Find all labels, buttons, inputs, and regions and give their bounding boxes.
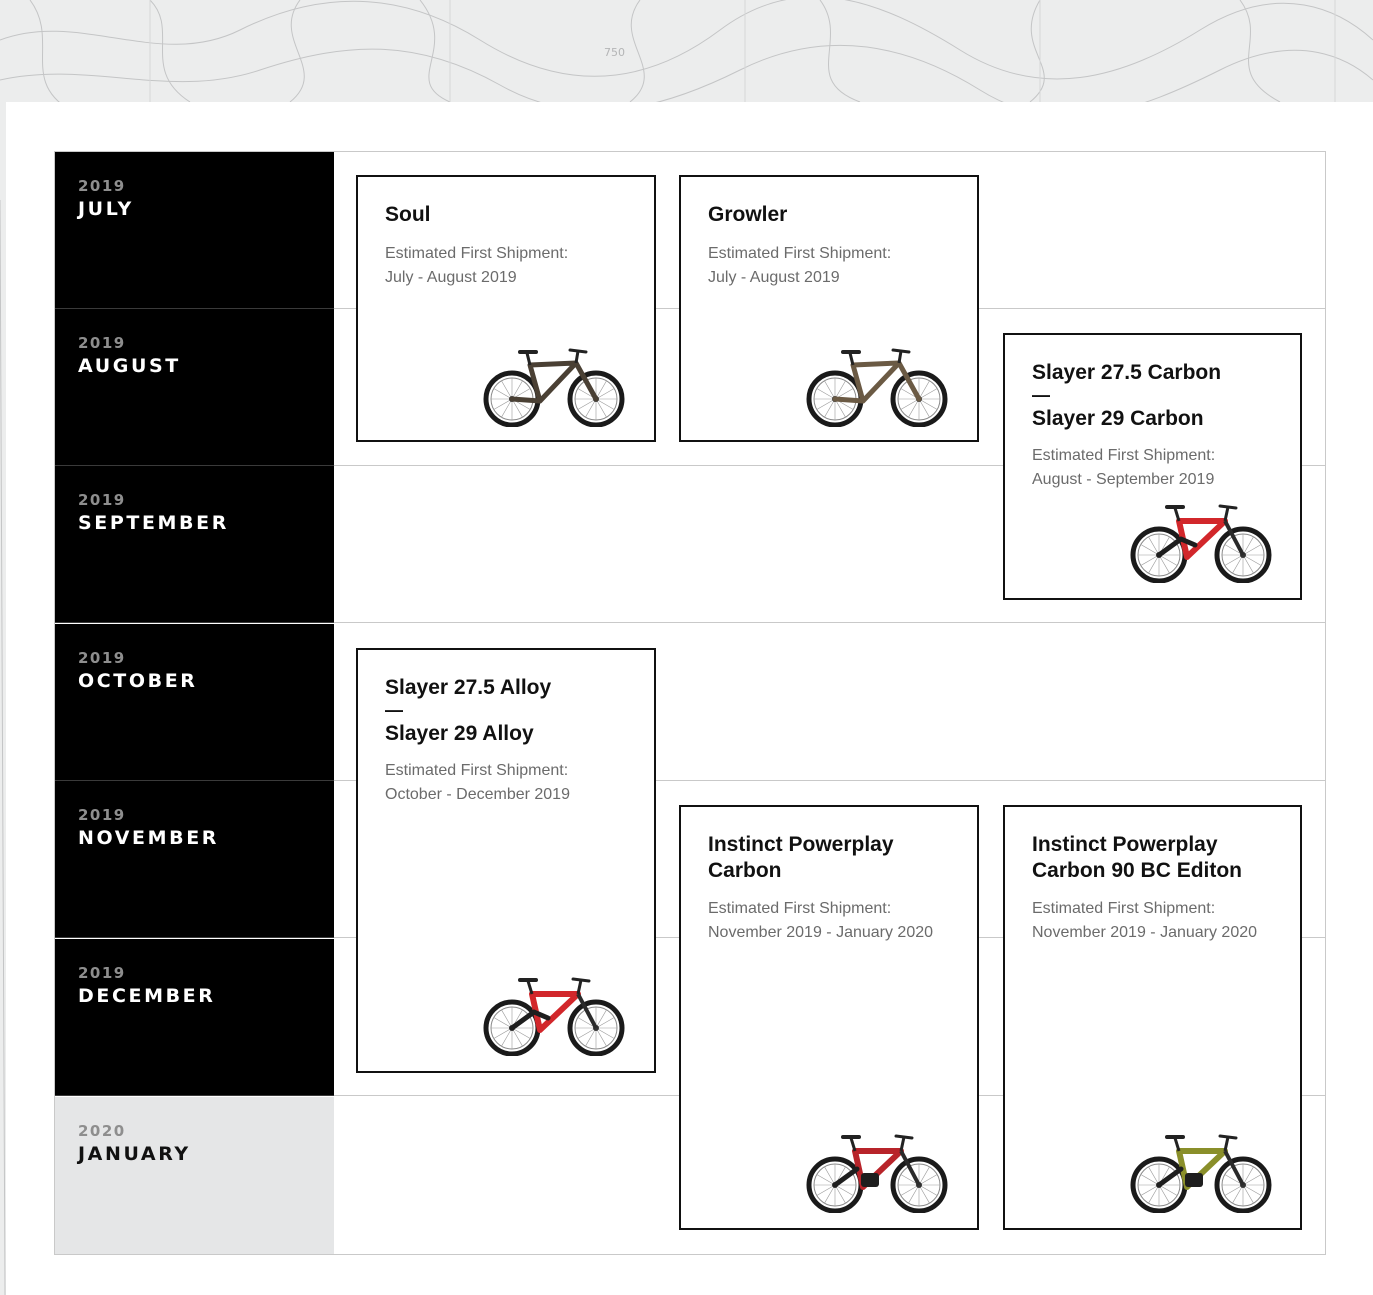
month-label-october: 2019 OCTOBER xyxy=(55,624,334,781)
month-name: DECEMBER xyxy=(78,985,216,1007)
shipment-dates: October - December 2019 xyxy=(385,786,570,803)
month-name: NOVEMBER xyxy=(78,827,220,849)
year-label: 2019 xyxy=(78,491,126,509)
month-label-january: 2020 JANUARY xyxy=(55,1097,334,1254)
month-label-september: 2019 SEPTEMBER xyxy=(55,466,334,623)
bike-card-slayer-alloy[interactable]: Slayer 27.5 Alloy — Slayer 29 Alloy Esti… xyxy=(356,648,656,1073)
shipment-info: Estimated First Shipment: November 2019 … xyxy=(708,897,957,945)
title-separator: — xyxy=(1032,385,1050,405)
bike-image-soul xyxy=(483,348,625,427)
card-title: Growler xyxy=(708,203,788,226)
shipment-info: Estimated First Shipment: August - Septe… xyxy=(1032,444,1280,492)
title-separator: — xyxy=(385,700,403,720)
year-label: 2020 xyxy=(78,1122,126,1140)
year-label: 2019 xyxy=(78,177,126,195)
shipment-label: Estimated First Shipment: xyxy=(1032,447,1216,464)
shipment-info: Estimated First Shipment: October - Dece… xyxy=(385,759,634,807)
bike-card-instinct-powerplay-carbon[interactable]: Instinct Powerplay Carbon Estimated Firs… xyxy=(679,805,979,1230)
year-label: 2019 xyxy=(78,649,126,667)
shipment-label: Estimated First Shipment: xyxy=(385,245,569,262)
shipment-dates: July - August 2019 xyxy=(385,269,517,286)
shipment-info: Estimated First Shipment: July - August … xyxy=(385,242,634,290)
bike-image-instinct-powerplay-carbon xyxy=(806,1134,948,1213)
bike-image-instinct-powerplay-bc xyxy=(1130,1134,1272,1213)
month-name: JULY xyxy=(78,198,134,220)
card-title-2: Slayer 29 Carbon xyxy=(1032,407,1204,430)
bike-card-growler[interactable]: Growler Estimated First Shipment: July -… xyxy=(679,175,979,442)
month-label-december: 2019 DECEMBER xyxy=(55,939,334,1096)
month-name: AUGUST xyxy=(78,355,181,377)
shipment-label: Estimated First Shipment: xyxy=(708,245,892,262)
shipment-label: Estimated First Shipment: xyxy=(708,900,892,917)
year-label: 2019 xyxy=(78,334,126,352)
shipment-dates: November 2019 - January 2020 xyxy=(1032,924,1258,941)
shipment-label: Estimated First Shipment: xyxy=(1032,900,1216,917)
card-title-1: Slayer 27.5 Alloy xyxy=(385,676,552,699)
month-name: SEPTEMBER xyxy=(78,512,229,534)
bike-card-soul[interactable]: Soul Estimated First Shipment: July - Au… xyxy=(356,175,656,442)
bike-card-slayer-carbon[interactable]: Slayer 27.5 Carbon — Slayer 29 Carbon Es… xyxy=(1003,333,1302,600)
month-label-november: 2019 NOVEMBER xyxy=(55,781,334,938)
card-title-1: Slayer 27.5 Carbon xyxy=(1032,361,1222,384)
month-name: JANUARY xyxy=(78,1143,191,1165)
bike-card-instinct-powerplay-bc[interactable]: Instinct Powerplay Carbon 90 BC Editon E… xyxy=(1003,805,1302,1230)
contour-label: 750 xyxy=(604,46,625,59)
shipment-info: Estimated First Shipment: July - August … xyxy=(708,242,957,290)
year-label: 2019 xyxy=(78,964,126,982)
card-title-2: Carbon 90 BC Editon xyxy=(1032,859,1243,882)
shipment-dates: July - August 2019 xyxy=(708,269,840,286)
card-title-2: Carbon xyxy=(708,859,782,882)
month-label-july: 2019 JULY xyxy=(55,152,334,309)
shipment-label: Estimated First Shipment: xyxy=(385,762,569,779)
bike-image-slayer-carbon xyxy=(1130,504,1272,583)
shipment-dates: August - September 2019 xyxy=(1032,471,1215,488)
card-title: Soul xyxy=(385,203,431,226)
shipment-dates: November 2019 - January 2020 xyxy=(708,924,934,941)
month-name: OCTOBER xyxy=(78,670,198,692)
bike-image-slayer-alloy xyxy=(483,977,625,1056)
card-title-1: Instinct Powerplay xyxy=(1032,833,1218,856)
year-label: 2019 xyxy=(78,806,126,824)
bike-image-growler xyxy=(806,348,948,427)
month-label-august: 2019 AUGUST xyxy=(55,309,334,466)
card-title-2: Slayer 29 Alloy xyxy=(385,722,534,745)
card-title-1: Instinct Powerplay xyxy=(708,833,894,856)
timeline-row-october: 2019 OCTOBER xyxy=(55,624,1325,781)
shipment-info: Estimated First Shipment: November 2019 … xyxy=(1032,897,1280,945)
